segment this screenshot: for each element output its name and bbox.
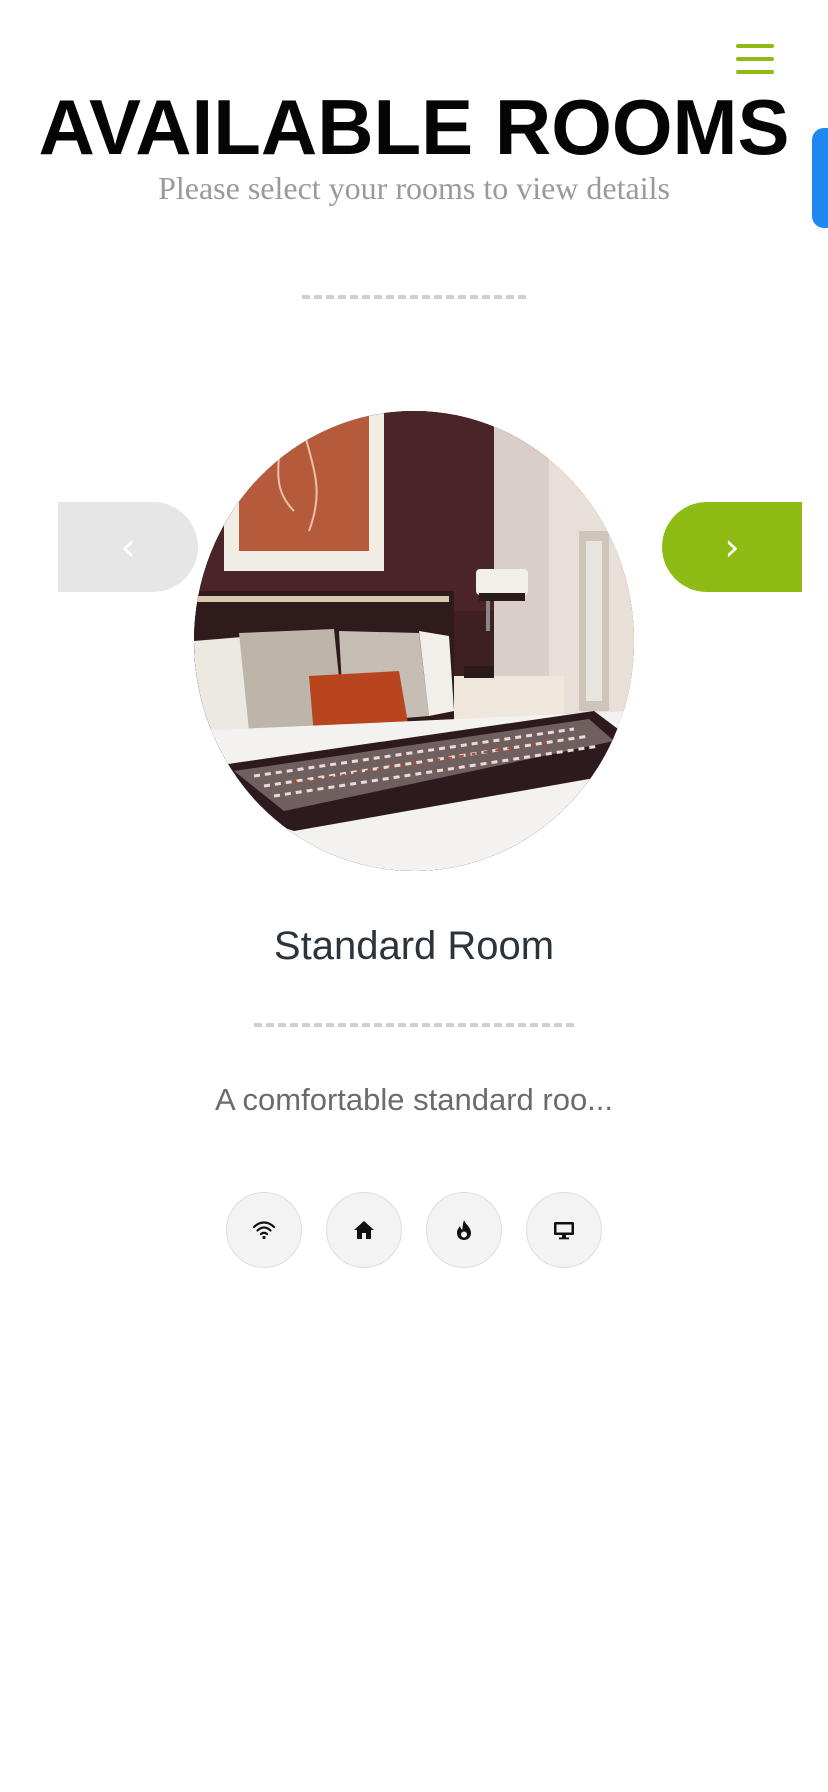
tv-icon[interactable] <box>526 1192 602 1268</box>
wifi-icon[interactable] <box>226 1192 302 1268</box>
menu-bar <box>736 70 774 74</box>
fire-icon[interactable] <box>426 1192 502 1268</box>
menu-bar <box>736 44 774 48</box>
room-name: Standard Room <box>273 924 555 968</box>
page-subtitle: Please select your rooms to view details <box>158 170 670 206</box>
home-icon[interactable] <box>326 1192 402 1268</box>
prev-room-button[interactable]: ‹ <box>58 502 198 592</box>
hamburger-menu-icon[interactable] <box>736 42 774 76</box>
divider <box>302 295 526 299</box>
room-description: A comfortable standard roo... <box>214 1082 614 1117</box>
page-title: AVAILABLE ROOMS <box>38 83 790 171</box>
menu-bar <box>736 57 774 61</box>
amenities-list <box>226 1192 602 1268</box>
room-image <box>194 411 634 871</box>
next-room-button[interactable]: › <box>662 502 802 592</box>
divider <box>254 1023 574 1027</box>
